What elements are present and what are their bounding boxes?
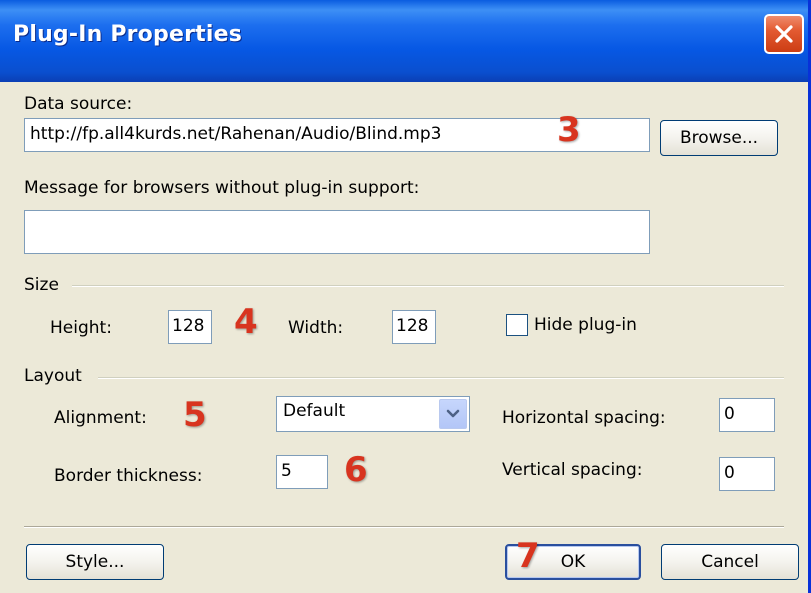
size-group-label: Size <box>24 275 59 295</box>
close-icon <box>775 25 793 43</box>
size-group-divider <box>72 285 784 287</box>
chevron-down-icon <box>446 409 460 418</box>
horizontal-spacing-label: Horizontal spacing: <box>502 408 666 428</box>
layout-group-label: Layout <box>24 366 82 386</box>
border-thickness-input[interactable]: 5 <box>276 455 328 489</box>
alignment-label: Alignment: <box>54 408 147 428</box>
cancel-button[interactable]: Cancel <box>661 544 799 580</box>
horizontal-spacing-input[interactable]: 0 <box>719 398 775 432</box>
message-label: Message for browsers without plug-in sup… <box>24 178 420 198</box>
annotation-5: 5 <box>183 395 207 435</box>
hide-plugin-label: Hide plug-in <box>534 315 637 335</box>
annotation-6: 6 <box>344 450 368 490</box>
layout-group-divider <box>98 377 784 379</box>
border-thickness-label: Border thickness: <box>54 466 203 486</box>
data-source-label: Data source: <box>24 94 133 114</box>
vertical-spacing-label: Vertical spacing: <box>502 460 643 480</box>
dropdown-button[interactable] <box>439 399 467 429</box>
hide-plugin-checkbox[interactable] <box>506 314 528 336</box>
height-label: Height: <box>50 318 112 338</box>
browse-button[interactable]: Browse... <box>660 120 778 156</box>
title-bar[interactable]: Plug-In Properties <box>0 0 808 82</box>
width-input[interactable]: 128 <box>392 310 436 344</box>
annotation-4: 4 <box>234 302 258 342</box>
height-input[interactable]: 128 <box>168 310 212 344</box>
button-separator <box>24 526 784 528</box>
dialog-title: Plug-In Properties <box>13 22 242 47</box>
width-label: Width: <box>288 318 344 338</box>
alignment-value: Default <box>283 401 346 421</box>
annotation-7: 7 <box>516 536 540 576</box>
alignment-select[interactable]: Default <box>276 396 470 432</box>
vertical-spacing-input[interactable]: 0 <box>719 457 775 491</box>
annotation-3: 3 <box>557 110 581 150</box>
style-button[interactable]: Style... <box>26 544 164 580</box>
message-input[interactable] <box>24 210 650 254</box>
plugin-properties-dialog: Plug-In Properties Data source: http://f… <box>0 0 811 593</box>
close-button[interactable] <box>764 14 804 54</box>
